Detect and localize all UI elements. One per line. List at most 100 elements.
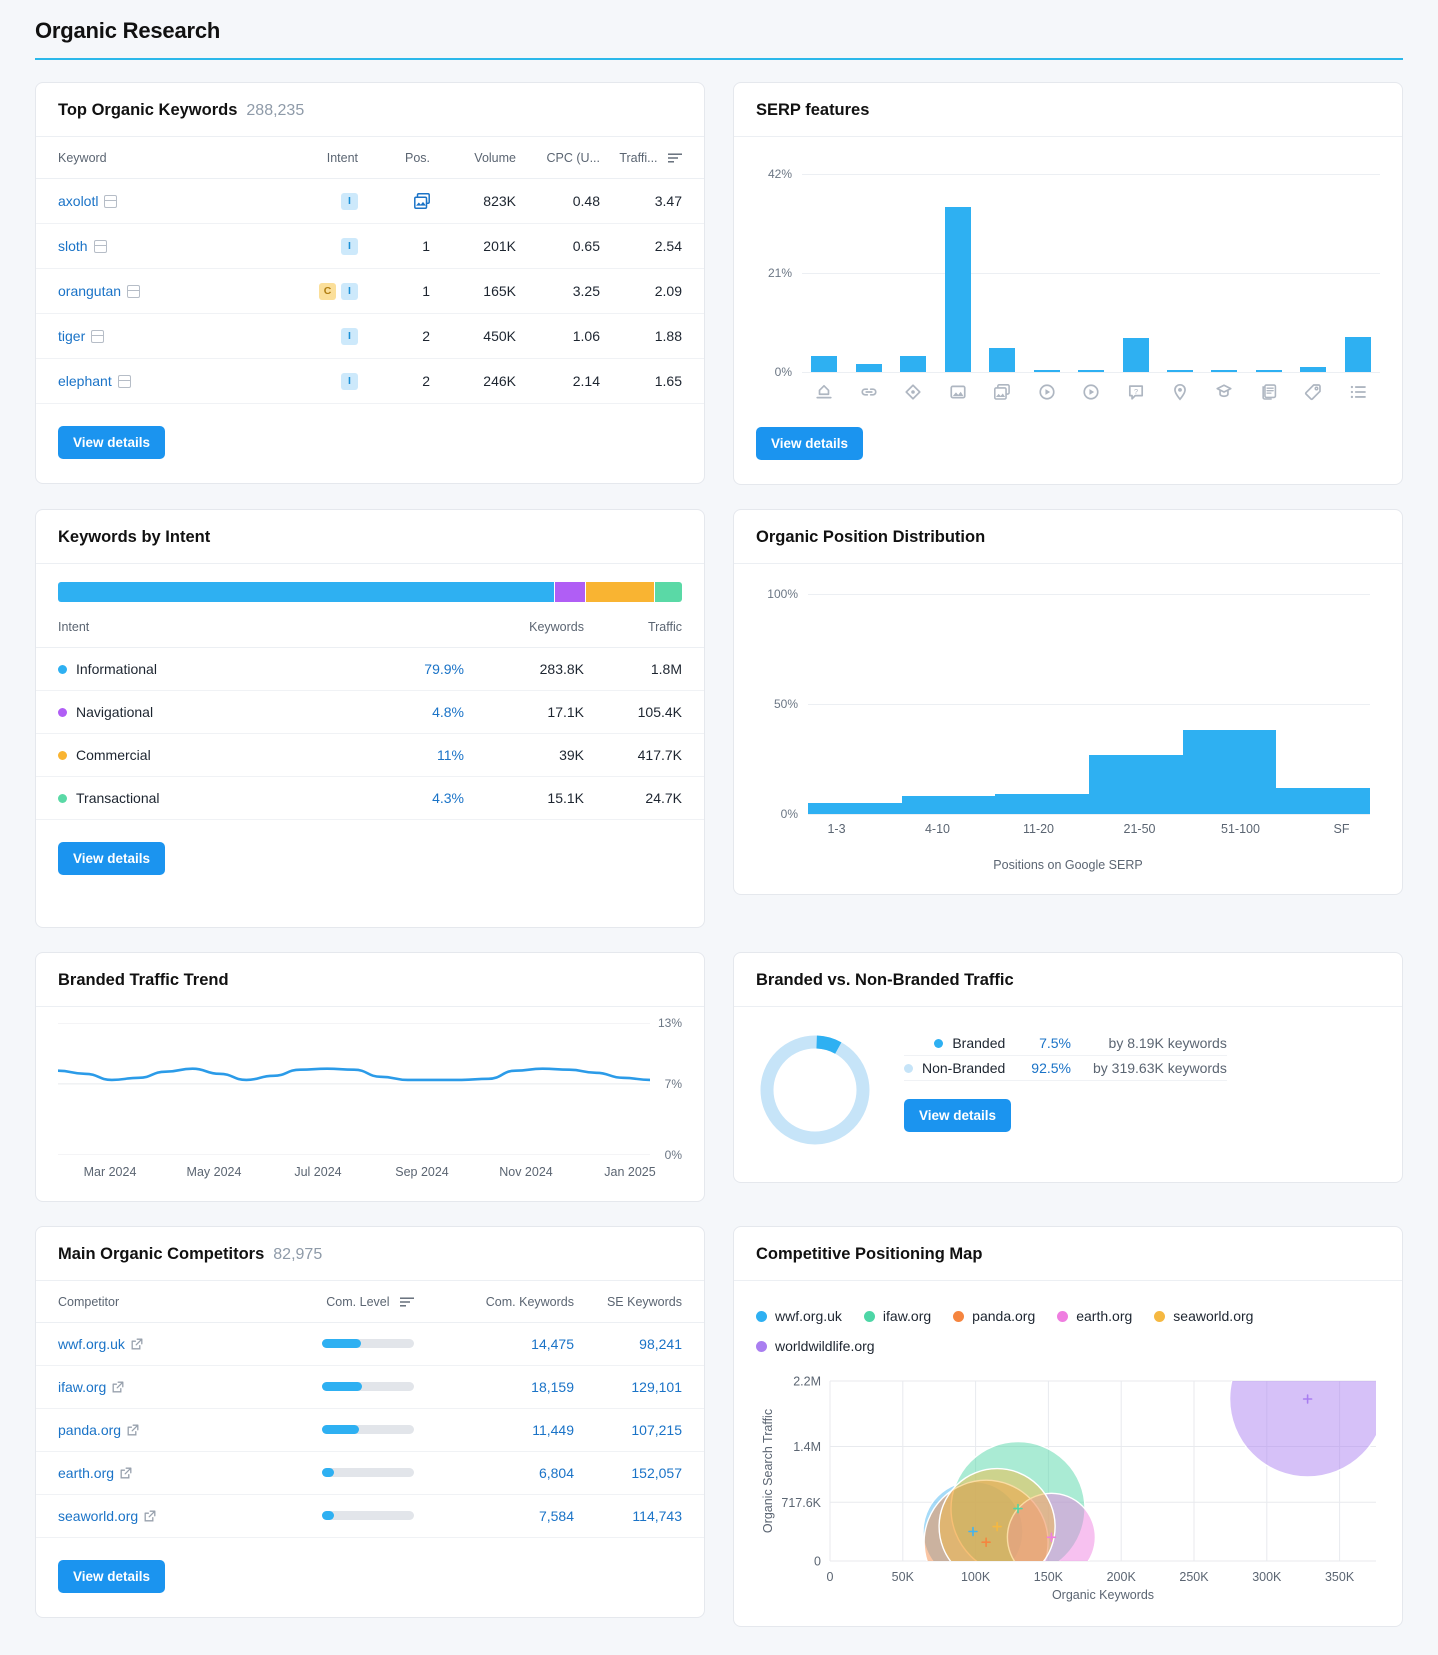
intent-segment-transactional[interactable]	[655, 582, 682, 602]
serp-preview-icon[interactable]	[127, 285, 141, 298]
cell-com-keywords[interactable]: 6,804	[414, 1451, 574, 1495]
sort-icon[interactable]	[668, 152, 682, 163]
external-link-icon[interactable]	[127, 1423, 139, 1436]
image-icon[interactable]	[935, 383, 979, 401]
competitor-link[interactable]: earth.org	[58, 1465, 114, 1481]
legend-item-seaworld-org[interactable]: seaworld.org	[1154, 1301, 1253, 1331]
keyword-link[interactable]: tiger	[58, 328, 85, 344]
bar[interactable]	[1344, 336, 1371, 372]
intent-segment-commercial[interactable]	[585, 582, 656, 602]
bar[interactable]	[1182, 730, 1277, 814]
bar-column[interactable]	[1291, 174, 1335, 372]
competitor-link[interactable]: wwf.org.uk	[58, 1336, 125, 1352]
bar-column[interactable]	[995, 594, 1090, 814]
col-keyword[interactable]: Keyword	[36, 137, 286, 179]
video-icon[interactable]	[1024, 383, 1068, 401]
donut-segment-non-branded[interactable]	[760, 1035, 870, 1145]
competitor-link[interactable]: seaworld.org	[58, 1508, 138, 1524]
serp-preview-icon[interactable]	[93, 240, 107, 253]
bar[interactable]	[995, 794, 1090, 814]
keyword-link[interactable]: orangutan	[58, 283, 121, 299]
cell-se-keywords[interactable]: 129,101	[574, 1365, 704, 1409]
bar-column[interactable]	[901, 594, 996, 814]
bar[interactable]	[808, 803, 902, 814]
legend-item-wwf-org-uk[interactable]: wwf.org.uk	[756, 1301, 842, 1331]
competitor-link[interactable]: panda.org	[58, 1422, 121, 1438]
featured-snippet-icon[interactable]	[802, 383, 846, 401]
col-se-keywords[interactable]: SE Keywords	[574, 1281, 704, 1323]
bar-column[interactable]	[808, 594, 902, 814]
external-link-icon[interactable]	[131, 1337, 143, 1350]
cell-percent[interactable]: 11%	[344, 733, 464, 777]
cell-percent[interactable]: 4.8%	[344, 690, 464, 734]
bar-column[interactable]	[1089, 594, 1183, 814]
intent-segment-informational[interactable]	[58, 582, 556, 602]
knowledge-panel-icon[interactable]	[891, 383, 935, 401]
cell-com-keywords[interactable]: 11,449	[414, 1408, 574, 1452]
sort-icon[interactable]	[400, 1296, 414, 1307]
cell-com-keywords[interactable]: 7,584	[414, 1494, 574, 1538]
instant-answer-icon[interactable]	[1202, 383, 1246, 401]
bar[interactable]	[989, 347, 1016, 372]
sitelinks-icon[interactable]	[846, 383, 890, 401]
bar-column[interactable]	[1247, 174, 1291, 372]
serp-preview-icon[interactable]	[117, 375, 131, 388]
bar-column[interactable]	[1113, 174, 1157, 372]
keyword-link[interactable]: elephant	[58, 373, 112, 389]
bar[interactable]	[1089, 754, 1183, 814]
bar[interactable]	[900, 355, 927, 372]
bubble-worldwildlife-org[interactable]	[1228, 1373, 1382, 1478]
bar-column[interactable]	[1202, 174, 1246, 372]
external-link-icon[interactable]	[144, 1509, 156, 1522]
bar[interactable]	[811, 355, 838, 372]
keyword-link[interactable]: sloth	[58, 238, 88, 254]
col-traffic[interactable]: Traffi...	[600, 137, 704, 179]
legend-item-earth-org[interactable]: earth.org	[1057, 1301, 1132, 1331]
external-link-icon[interactable]	[112, 1380, 124, 1393]
cell-se-keywords[interactable]: 98,241	[574, 1322, 704, 1366]
col-competitor[interactable]: Competitor	[36, 1281, 264, 1323]
bar-column[interactable]	[1024, 174, 1068, 372]
external-link-icon[interactable]	[120, 1466, 132, 1479]
people-also-ask-icon[interactable]	[1336, 383, 1380, 401]
bar-column[interactable]	[1276, 594, 1371, 814]
image-pack-icon[interactable]	[980, 383, 1024, 401]
shopping-icon[interactable]	[1291, 383, 1335, 401]
col-cpc[interactable]: CPC (U...	[516, 137, 600, 179]
cell-com-keywords[interactable]: 14,475	[414, 1322, 574, 1366]
bar[interactable]	[901, 796, 996, 814]
cell-percent[interactable]: 4.3%	[344, 776, 464, 820]
bar[interactable]	[1255, 370, 1282, 372]
bar[interactable]	[944, 207, 971, 372]
bar[interactable]	[1166, 370, 1193, 372]
bar[interactable]	[1078, 370, 1105, 372]
serp-preview-icon[interactable]	[91, 330, 105, 343]
local-pack-icon[interactable]	[1158, 383, 1202, 401]
bar[interactable]	[1300, 367, 1327, 372]
col-pos[interactable]: Pos.	[358, 137, 430, 179]
cell-com-keywords[interactable]: 18,159	[414, 1365, 574, 1409]
legend-item-panda-org[interactable]: panda.org	[953, 1301, 1035, 1331]
bar[interactable]	[1211, 370, 1238, 372]
view-details-button[interactable]: View details	[904, 1099, 1012, 1132]
view-details-button[interactable]: View details	[58, 1560, 166, 1593]
bar-column[interactable]	[846, 174, 890, 372]
bar-column[interactable]	[1069, 174, 1113, 372]
view-details-button[interactable]: View details	[756, 427, 864, 460]
faq-icon[interactable]: ?	[1113, 383, 1157, 401]
bar-column[interactable]	[1336, 174, 1380, 372]
cell-se-keywords[interactable]: 114,743	[574, 1494, 704, 1538]
cell-percent[interactable]: 79.9%	[344, 647, 464, 691]
col-intent[interactable]: Intent	[286, 137, 358, 179]
intent-segment-navigational[interactable]	[555, 582, 586, 602]
view-details-button[interactable]: View details	[58, 842, 166, 875]
col-com-keywords[interactable]: Com. Keywords	[414, 1281, 574, 1323]
bar-column[interactable]	[1182, 594, 1277, 814]
col-volume[interactable]: Volume	[430, 137, 516, 179]
reviews-icon[interactable]	[1247, 383, 1291, 401]
bar-column[interactable]	[891, 174, 935, 372]
legend-item-ifaw-org[interactable]: ifaw.org	[863, 1301, 931, 1331]
bar-column[interactable]	[1158, 174, 1202, 372]
keyword-link[interactable]: axolotl	[58, 193, 98, 209]
view-details-button[interactable]: View details	[58, 426, 166, 459]
